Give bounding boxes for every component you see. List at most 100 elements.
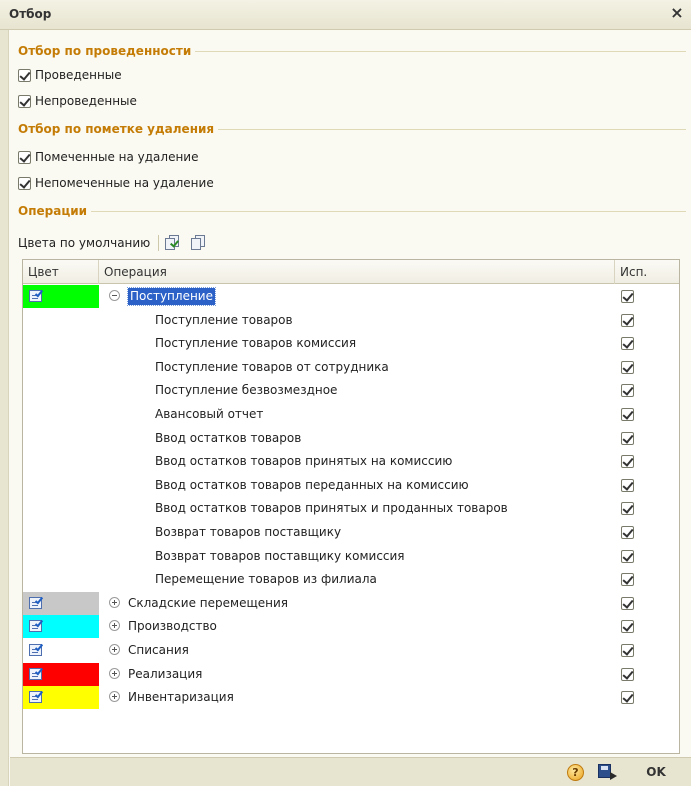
use-checkbox[interactable] [621,526,634,539]
column-header-operation[interactable]: Операция [99,260,615,284]
table-row[interactable]: Авансовый отчет [23,403,679,426]
operations-table: Цвет Операция Исп. Поступление Поступлени… [22,259,680,754]
use-checkbox[interactable] [621,313,634,327]
use-checkbox[interactable] [621,384,634,398]
operations-group-title: Операции [18,204,88,218]
posting-group-header: Отбор по проведенности [18,43,686,59]
operation-label: Возврат товаров поставщику [155,525,342,539]
row-color-cell[interactable] [23,615,99,639]
color-picker-icon [29,619,45,633]
dialog-footer: ? OK [10,757,691,786]
unposted-checkbox[interactable] [18,94,31,108]
posting-group-title: Отбор по проведенности [18,44,192,58]
unmarked-deleted-label: Непомеченные на удаление [35,176,214,190]
use-checkbox[interactable] [621,478,634,492]
expand-icon[interactable] [109,596,120,608]
table-header: Цвет Операция Исп. [23,260,679,284]
close-icon[interactable]: × [667,3,687,23]
table-row[interactable]: Ввод остатков товаров переданных на коми… [23,474,679,497]
table-row[interactable]: Возврат товаров поставщику [23,521,679,544]
operation-label: Возврат товаров поставщику комиссия [155,548,405,563]
operation-label: Ввод остатков товаров принятых на комисс… [155,454,453,469]
color-picker-icon [29,595,45,610]
collapse-icon[interactable] [109,290,120,301]
operation-label: Авансовый отчет [155,407,264,421]
operation-label: Складские перемещения [128,595,289,610]
table-row[interactable]: Поступление товаров комиссия [23,332,679,355]
table-row[interactable]: Ввод остатков товаров принятых на комисс… [23,450,679,473]
row-color-cell[interactable] [23,639,99,662]
row-color-cell[interactable] [23,686,99,710]
marked-deleted-label: Помеченные на удаление [35,150,199,164]
posted-label: Проведенные [35,68,122,82]
operation-label: Поступление товаров [155,312,293,327]
use-checkbox[interactable] [621,455,634,469]
table-row[interactable]: Складские перемещения [23,591,679,615]
table-row[interactable]: Возврат товаров поставщику комиссия [23,545,679,568]
marked-deleted-checkbox[interactable] [18,150,31,164]
deletion-group-header: Отбор по пометке удаления [18,121,686,137]
unmarked-deleted-option[interactable]: Непомеченные на удаление [18,174,214,192]
window-title: Отбор [9,7,52,21]
color-picker-icon [29,666,45,681]
table-row[interactable]: Производство [23,615,679,639]
check-all-icon[interactable] [165,235,183,251]
color-picker-icon [29,642,45,657]
color-picker-icon [29,689,45,704]
row-color-cell[interactable] [23,662,99,686]
operation-label: Поступление [127,287,216,306]
operation-label: Поступление товаров от сотрудника [155,359,389,374]
table-row[interactable]: Перемещение товаров из филиала [23,568,679,591]
use-checkbox[interactable] [621,644,634,657]
default-colors-button[interactable]: Цвета по умолчанию [18,236,150,250]
column-header-color[interactable]: Цвет [23,260,99,284]
row-color-cell[interactable] [23,285,99,308]
use-checkbox[interactable] [621,691,634,705]
use-checkbox[interactable] [621,549,634,563]
title-bar: Отбор × [0,0,691,30]
table-row[interactable]: Поступление безвозмездное [23,379,679,402]
posted-option[interactable]: Проведенные [18,66,122,84]
unmarked-deleted-checkbox[interactable] [18,176,31,190]
use-checkbox[interactable] [621,290,634,303]
use-checkbox[interactable] [621,667,634,681]
window-left-border [0,30,9,786]
help-icon[interactable]: ? [567,764,584,781]
posted-checkbox[interactable] [18,68,31,82]
table-row[interactable]: Реализация [23,662,679,686]
use-checkbox[interactable] [621,408,634,421]
table-row[interactable]: Инвентаризация [23,686,679,710]
save-settings-icon[interactable] [598,764,620,781]
operation-label: Перемещение товаров из филиала [155,572,377,587]
operation-label: Списания [128,643,189,657]
filter-dialog: Отбор × Отбор по проведенности Проведенн… [0,0,691,786]
table-row[interactable]: Списания [23,639,679,662]
marked-deleted-option[interactable]: Помеченные на удаление [18,148,198,166]
table-row[interactable]: Ввод остатков товаров принятых и проданн… [23,497,679,520]
table-row[interactable]: Ввод остатков товаров [23,427,679,450]
expand-icon[interactable] [109,644,120,655]
use-checkbox[interactable] [621,620,634,634]
use-checkbox[interactable] [621,596,634,610]
uncheck-all-icon[interactable] [191,235,209,251]
table-row[interactable]: Поступление товаров от сотрудника [23,356,679,379]
use-checkbox[interactable] [621,502,634,516]
operations-toolbar: Цвета по умолчанию [18,232,217,254]
expand-icon[interactable] [109,691,120,703]
expand-icon[interactable] [109,620,120,632]
row-color-cell[interactable] [23,591,99,615]
use-checkbox[interactable] [621,573,634,587]
operation-label: Производство [128,619,217,634]
expand-icon[interactable] [109,667,120,679]
table-row[interactable]: Поступление [23,285,679,308]
unposted-option[interactable]: Непроведенные [18,92,137,110]
table-row[interactable]: Поступление товаров [23,309,679,332]
dialog-content: Отбор по проведенности Проведенные Непро… [10,31,691,757]
column-header-use[interactable]: Исп. [615,260,679,284]
use-checkbox[interactable] [621,360,634,374]
ok-button[interactable]: OK [638,763,674,782]
operation-label: Реализация [128,666,203,681]
use-checkbox[interactable] [621,337,634,351]
operation-label: Поступление товаров комиссия [155,336,357,351]
use-checkbox[interactable] [621,431,634,445]
